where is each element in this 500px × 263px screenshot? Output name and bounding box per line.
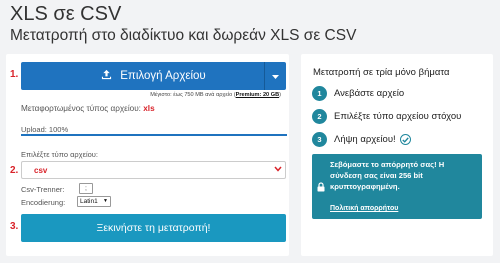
security-text: Σεβόμαστε το απόρρητό σας! Η σύνδεση σας… bbox=[330, 160, 445, 191]
target-format-value: csv bbox=[34, 165, 48, 175]
encoding-select[interactable]: Latin1 ▼ bbox=[77, 196, 111, 207]
security-notice: Σεβόμαστε το απόρρητό σας! Η σύνδεση σας… bbox=[312, 154, 482, 219]
step-number-1: 1. bbox=[10, 69, 19, 80]
uploaded-filetype-label: Μεταφορτωμένος τύπος αρχείου: bbox=[21, 104, 141, 113]
chevron-down-icon bbox=[274, 164, 282, 176]
step-badge: 1 bbox=[312, 86, 327, 101]
uploaded-filetype-value: xls bbox=[143, 104, 155, 113]
upload-options-dropdown[interactable] bbox=[264, 62, 286, 90]
check-icon bbox=[399, 134, 411, 145]
step-number-2: 2. bbox=[10, 165, 19, 176]
csv-separator-select[interactable]: ; bbox=[79, 183, 93, 194]
target-format-label: Επιλέξτε τύπο αρχείου: bbox=[21, 150, 98, 159]
upload-progress-fill bbox=[21, 134, 287, 136]
step-item: 2 Επιλέξτε τύπο αρχείου στόχου bbox=[312, 109, 461, 124]
chevron-down-icon: ▼ bbox=[103, 198, 108, 204]
upload-progress-bar bbox=[21, 134, 287, 136]
page-title: XLS σε CSV bbox=[10, 3, 122, 25]
step-item: 1 Ανεβάστε αρχείο bbox=[312, 86, 404, 101]
step-badge: 2 bbox=[312, 109, 327, 124]
csv-separator-label: Csv-Trenner: bbox=[21, 185, 65, 194]
step-text: Ανεβάστε αρχείο bbox=[334, 88, 405, 99]
privacy-policy-link[interactable]: Πολιτική απορρήτου bbox=[330, 205, 398, 212]
step-item: 3 Λήψη αρχείου! bbox=[312, 132, 411, 147]
csv-separator-value: ; bbox=[85, 185, 87, 192]
encoding-label: Encodierung: bbox=[21, 198, 66, 207]
step-number-3: 3. bbox=[10, 221, 19, 232]
start-conversion-button[interactable]: Ξεκινήστε τη μετατροπή! bbox=[21, 214, 286, 242]
step-text: Λήψη αρχείου! bbox=[334, 134, 396, 145]
upload-limit-note: Μέγιστο: έως 750 MB ανά αρχείο (Premium:… bbox=[150, 92, 281, 98]
lock-icon bbox=[317, 179, 325, 197]
target-format-select[interactable]: csv bbox=[21, 161, 286, 179]
encoding-value: Latin1 bbox=[80, 198, 98, 205]
step-badge: 3 bbox=[312, 132, 327, 147]
upload-icon bbox=[101, 67, 112, 85]
chevron-down-icon bbox=[272, 67, 279, 85]
choose-file-label: Επιλογή Αρχείου bbox=[120, 70, 206, 82]
step-text: Επιλέξτε τύπο αρχείου στόχου bbox=[334, 111, 462, 122]
choose-file-button[interactable]: Επιλογή Αρχείου bbox=[21, 62, 286, 90]
upload-limit-suffix: ) bbox=[279, 92, 281, 98]
upload-progress-label: Upload: 100% bbox=[21, 125, 69, 134]
page-subtitle: Μετατροπή στο διαδίκτυο και δωρεάν XLS σ… bbox=[10, 27, 357, 44]
upload-limit-text: Μέγιστο: έως 750 MB ανά αρχείο ( bbox=[150, 92, 236, 98]
uploaded-filetype: Μεταφορτωμένος τύπος αρχείου: xls bbox=[21, 104, 155, 113]
steps-title: Μετατροπή σε τρία μόνο βήματα bbox=[313, 67, 450, 78]
steps-panel: Μετατροπή σε τρία μόνο βήματα 1 Ανεβάστε… bbox=[301, 54, 493, 256]
converter-panel: 1. 2. 3. Επιλογή Αρχείου Μέγιστο: έως 75… bbox=[6, 54, 289, 256]
premium-link[interactable]: Premium: 20 GB bbox=[236, 92, 280, 98]
